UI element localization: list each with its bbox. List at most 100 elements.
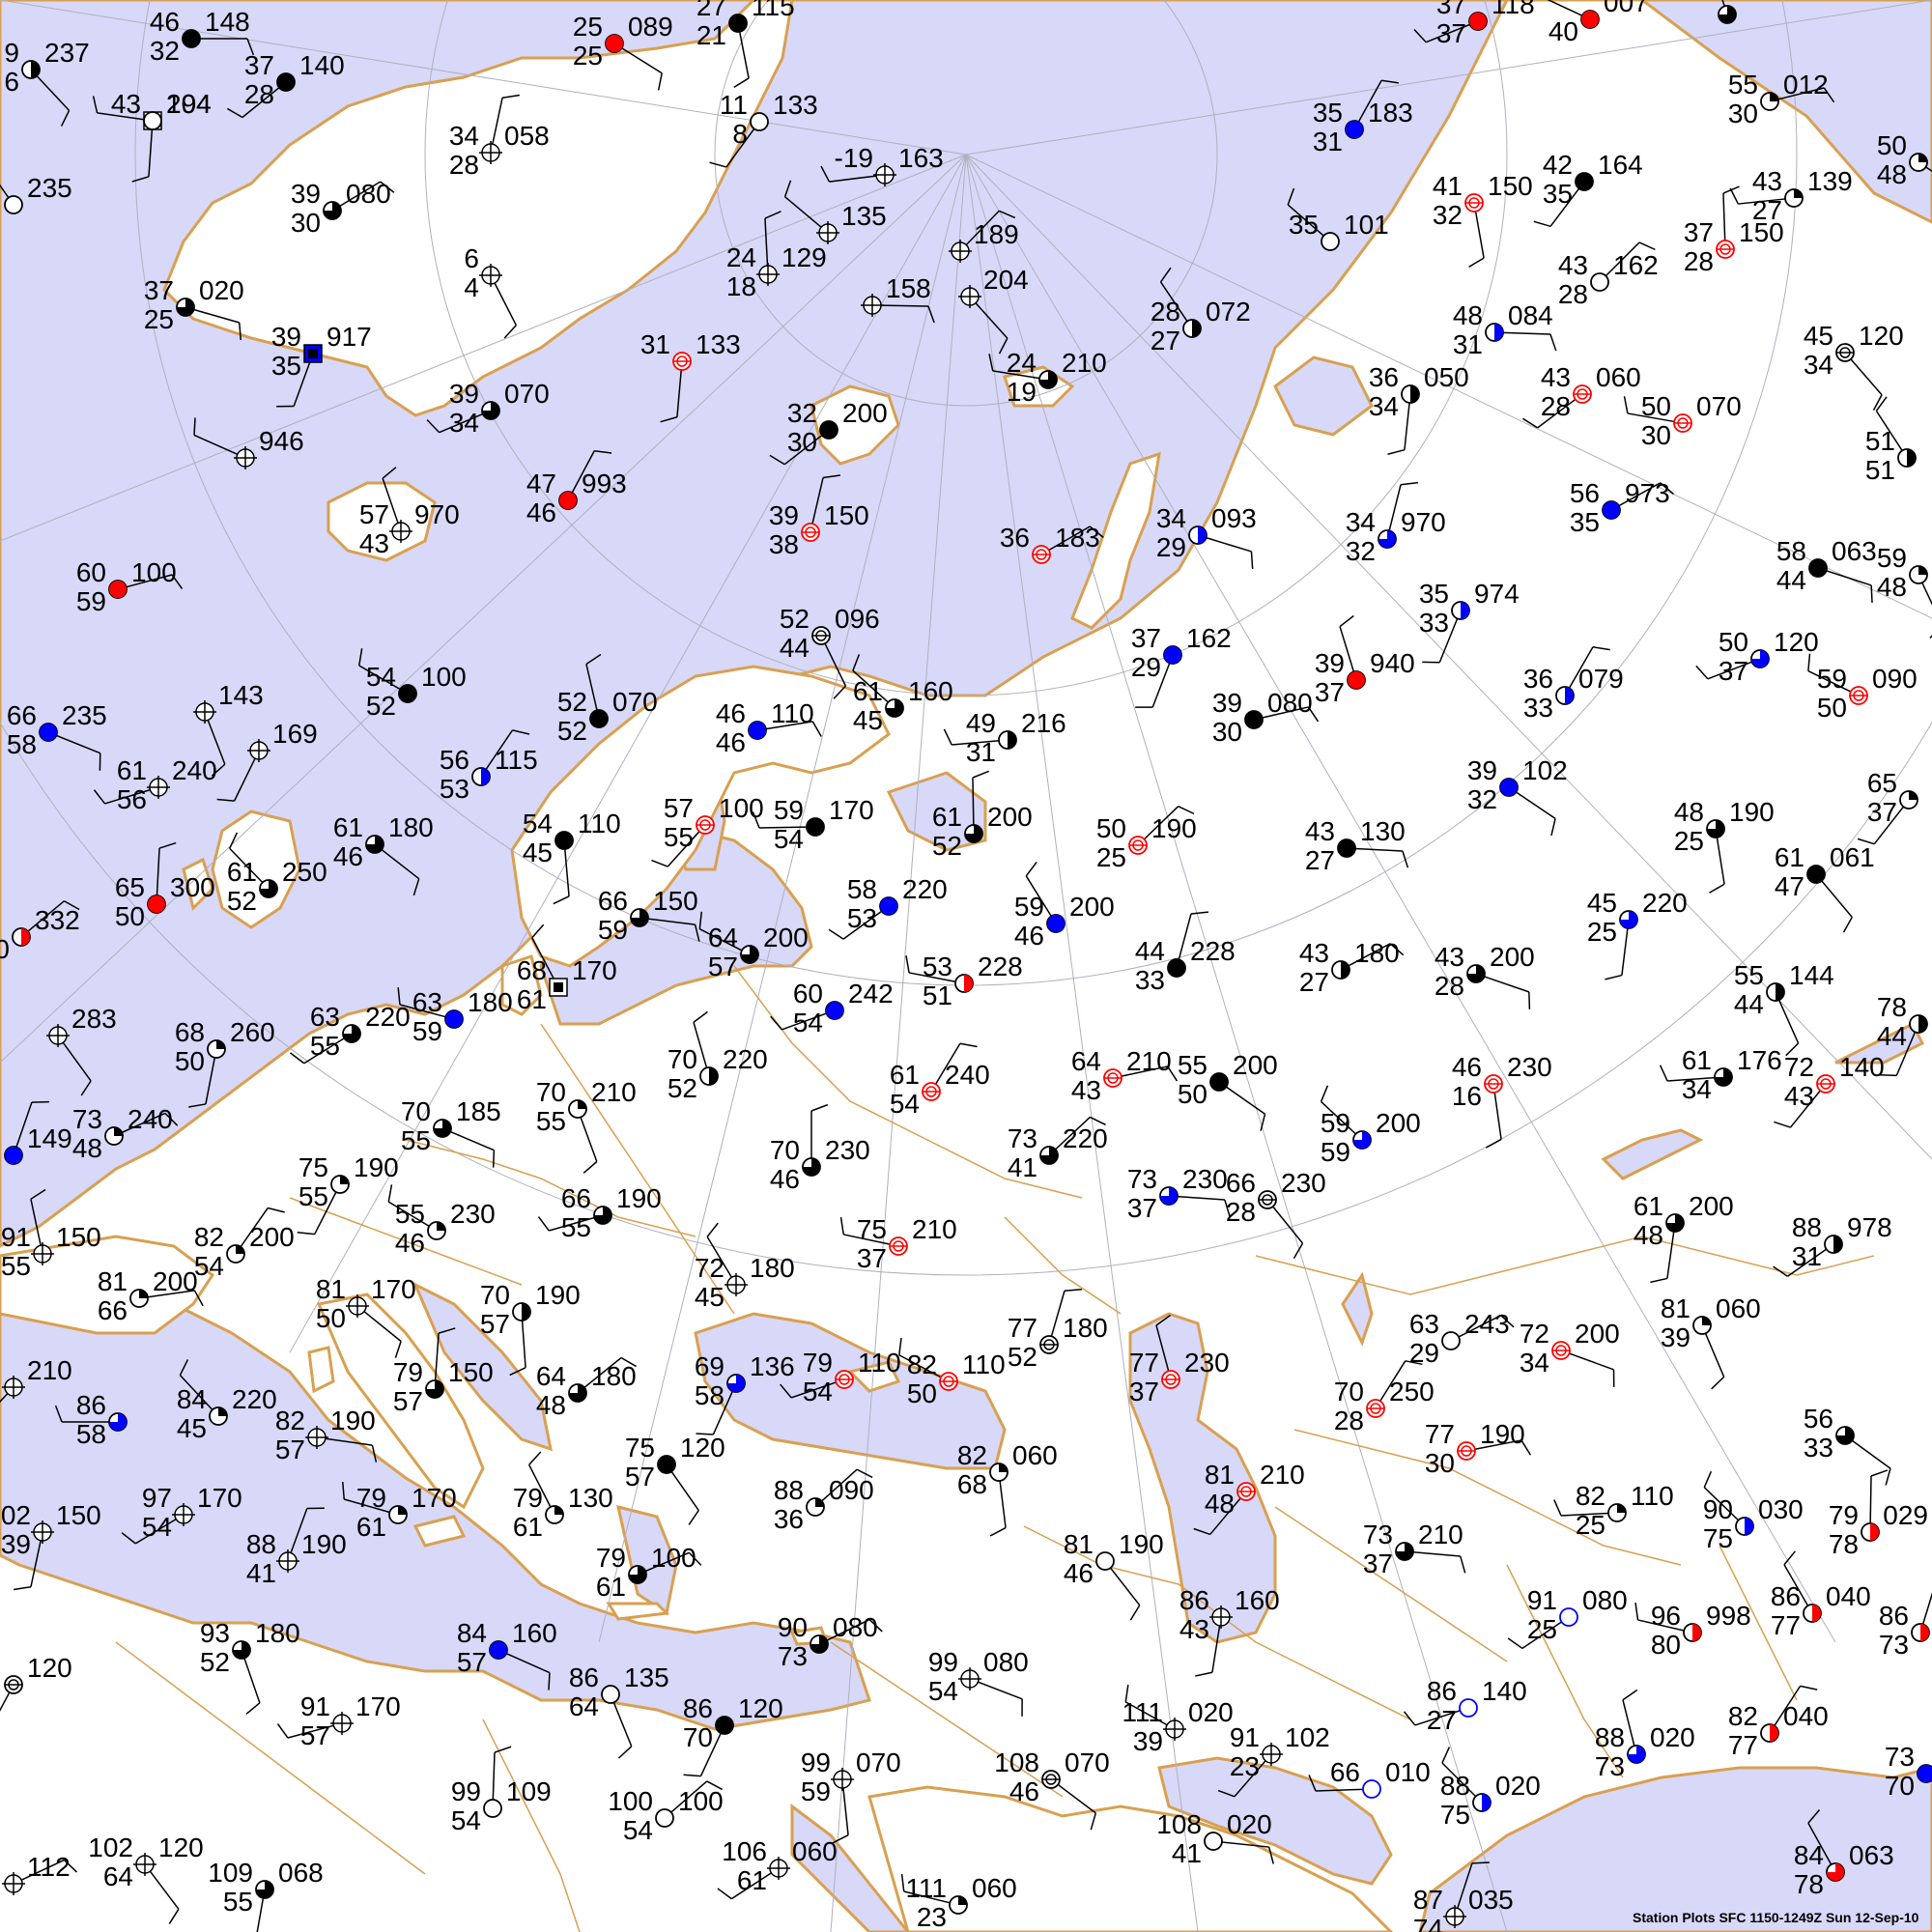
station-s59: 5950 090 xyxy=(1807,653,1918,723)
temperature-label: 35 xyxy=(1313,98,1343,128)
pressure-label: 110 xyxy=(578,809,621,838)
wind-barb-feather xyxy=(688,1510,699,1525)
dewpoint-label: 66 xyxy=(98,1295,128,1325)
temperature-label: 37 xyxy=(144,275,174,305)
temperature-label: 52 xyxy=(780,604,810,634)
station-s158: 5954 170 xyxy=(752,795,874,854)
temperature-label: 35 xyxy=(1289,210,1319,240)
station-s116: 7337 210 xyxy=(1363,1520,1466,1578)
station-s84: 6154 240 xyxy=(890,1042,990,1119)
pressure-label: 129 xyxy=(781,242,827,272)
temperature-label: 79 xyxy=(803,1348,833,1378)
sky-cover-fill xyxy=(1565,687,1574,704)
temperature-label: 84 xyxy=(457,1618,487,1648)
sky-cover-fill xyxy=(5,1147,22,1164)
dewpoint-label: 33 xyxy=(1804,1433,1833,1463)
wind-barb-feather xyxy=(1460,1555,1466,1574)
sky-cover-circle-icon xyxy=(1441,1331,1461,1350)
dewpoint-label: 43 xyxy=(359,528,389,558)
dewpoint-label: 30 xyxy=(1728,99,1758,128)
pressure-label: 135 xyxy=(841,201,887,231)
dewpoint-label: 37 xyxy=(857,1243,887,1273)
dewpoint-label: 37 xyxy=(1719,656,1748,686)
pressure-label: 190 xyxy=(1151,813,1197,843)
wind-barb-feather xyxy=(1773,1265,1788,1277)
station-s42: 4235 164 xyxy=(1533,150,1643,228)
pressure-label: 148 xyxy=(205,7,250,37)
sky-cover-circle-icon xyxy=(4,195,23,214)
temperature-label: 77 xyxy=(1129,1348,1159,1378)
station-s195: 120 xyxy=(0,1653,72,1712)
dewpoint-label: 39 xyxy=(1,1529,31,1559)
pressure-label: 058 xyxy=(504,121,550,151)
station-s66: 4931 216 xyxy=(943,708,1066,767)
dewpoint-label: 75 xyxy=(1440,1800,1470,1830)
station-s121: 8677 040 xyxy=(1771,1550,1871,1640)
temperature-label: 61 xyxy=(117,755,147,785)
temperature-label: 77 xyxy=(1008,1313,1037,1343)
wind-barb-feather xyxy=(1592,646,1610,651)
dewpoint-label: 33 xyxy=(1419,608,1449,638)
temperature-label: 55 xyxy=(1734,960,1764,990)
pressure-label: 170 xyxy=(572,955,617,985)
pressure-label: 235 xyxy=(62,700,107,730)
pressure-label: 180 xyxy=(1354,938,1400,968)
dewpoint-label: 64 xyxy=(569,1691,599,1721)
sky-cover-fill xyxy=(1702,1317,1711,1325)
sky-cover-fill xyxy=(716,1717,733,1734)
wind-barb-feather xyxy=(268,1207,285,1213)
pressure-label: 220 xyxy=(902,874,948,904)
dewpoint-label: 73 xyxy=(1595,1751,1625,1781)
pressure-label: 235 xyxy=(27,173,72,203)
station-s130: 8277 040 xyxy=(1728,1685,1829,1760)
station-s95: 6148 200 xyxy=(1634,1191,1734,1284)
station-s77: 4327 180 xyxy=(1299,938,1405,997)
station-s58: 5037 120 xyxy=(1695,627,1819,686)
pressure-label: 120 xyxy=(1859,321,1904,351)
sky-cover-fill xyxy=(183,30,200,47)
temperature-label: 78 xyxy=(1877,992,1907,1022)
dewpoint-label: 28 xyxy=(1558,279,1588,309)
dewpoint-label: 28 xyxy=(449,150,479,180)
station-s41: 4132 150 xyxy=(1433,171,1533,268)
dewpoint-label: 30 xyxy=(1425,1448,1455,1478)
wind-barb-feather xyxy=(1722,185,1740,194)
wind-barb-feather xyxy=(839,1217,845,1236)
dewpoint-label: 54 xyxy=(194,1251,224,1281)
pressure-label: 135 xyxy=(624,1662,669,1692)
pressure-label: 120 xyxy=(738,1693,783,1723)
dewpoint-label: 55 xyxy=(310,1031,340,1061)
wind-barb-feather xyxy=(1533,220,1551,228)
dewpoint-label: 32 xyxy=(150,36,180,66)
temperature-label: 91 xyxy=(1230,1722,1260,1752)
sky-cover-fill xyxy=(109,581,127,598)
temperature-label: 39 xyxy=(449,379,479,409)
sky-cover-fill xyxy=(749,722,766,739)
wind-barb-feather xyxy=(1870,1469,1889,1477)
wind-barb-feather xyxy=(537,1216,550,1232)
pressure-label: 160 xyxy=(908,676,953,706)
dewpoint-label: 35 xyxy=(1543,179,1573,209)
pressure-label: 120 xyxy=(158,1833,204,1862)
dewpoint-label: 59 xyxy=(598,915,628,945)
pressure-label: 170 xyxy=(197,1483,242,1513)
station-s81: 6054 242 xyxy=(770,979,894,1037)
pressure-label: 020 xyxy=(1495,1771,1541,1801)
pressure-label: 158 xyxy=(886,273,931,303)
pressure-label: 063 xyxy=(1832,536,1877,566)
dewpoint-label: 55 xyxy=(561,1212,591,1242)
station-s141: 10955 068 xyxy=(208,1858,324,1932)
pressure-label: 070 xyxy=(504,379,550,409)
pressure-label: 332 xyxy=(35,905,80,935)
pressure-label: 160 xyxy=(1235,1585,1280,1615)
pressure-label: 143 xyxy=(218,680,264,710)
station-s60: 3937 940 xyxy=(1315,614,1415,707)
pressure-label: 210 xyxy=(1418,1520,1463,1549)
wind-barb-feather xyxy=(492,1150,496,1168)
pressure-label: 080 xyxy=(346,179,391,209)
temperature-label: 9 xyxy=(4,38,19,68)
pressure-label: 115 xyxy=(495,745,538,775)
wind-barb-feather xyxy=(1129,1605,1141,1621)
temperature-label: 82 xyxy=(1576,1481,1605,1511)
pressure-label: 250 xyxy=(282,857,327,887)
